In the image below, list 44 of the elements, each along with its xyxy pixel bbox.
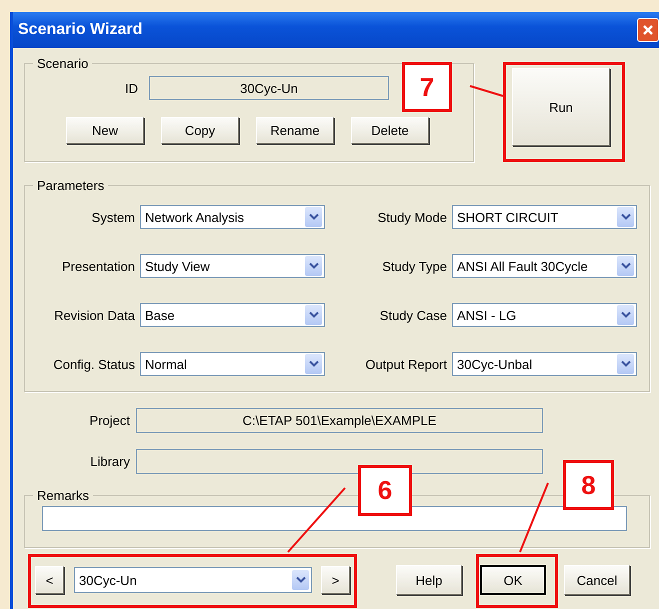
remarks-field[interactable] (42, 506, 627, 531)
scenario-button[interactable]: Delete (351, 117, 429, 144)
field-label: Config. Status (52, 356, 135, 372)
dropdown[interactable]: Base (140, 303, 325, 327)
field-label: Presentation (61, 258, 135, 274)
project-label: Project (88, 413, 130, 428)
scenario-button[interactable]: Copy (161, 117, 239, 144)
dialog-button[interactable]: Help (396, 565, 462, 595)
callout-number: 8 (563, 460, 614, 510)
scenario-dropdown[interactable]: 30Cyc-Un (74, 567, 312, 593)
callout-number: 6 (358, 465, 412, 516)
dropdown[interactable]: ANSI - LG (452, 303, 637, 327)
dialog-button[interactable]: Cancel (564, 565, 630, 595)
scenario-button[interactable]: Rename (256, 117, 334, 144)
project-field: C:\ETAP 501\Example\EXAMPLE (136, 408, 543, 433)
field-label: Study Mode (376, 210, 447, 224)
dropdown[interactable]: SHORT CIRCUIT (452, 205, 637, 229)
group-legend: Parameters (33, 178, 108, 193)
group-legend: Scenario (33, 56, 92, 71)
leader-line (519, 482, 549, 552)
scenario-button[interactable]: New (66, 117, 144, 144)
run-button[interactable]: Run (512, 68, 610, 146)
field-label: Output Report (364, 356, 447, 372)
dropdown[interactable]: Normal (140, 352, 325, 376)
group-legend: Remarks (33, 488, 94, 503)
library-label: Library (89, 454, 130, 469)
dialog-button[interactable]: OK (480, 565, 546, 595)
dropdown[interactable]: ANSI All Fault 30Cycle (452, 254, 637, 278)
field-label: Study Case (378, 308, 447, 322)
dropdown[interactable]: Study View (140, 254, 325, 278)
field-label: Revision Data (53, 308, 135, 322)
window-title: Scenario Wizard (18, 21, 142, 39)
previous-button[interactable]: < (35, 566, 64, 594)
leader-line (470, 85, 504, 97)
leader-line (287, 487, 346, 553)
id-field: 30Cyc-Un (149, 76, 389, 100)
callout-number: 7 (402, 62, 452, 112)
close-icon[interactable] (637, 18, 659, 42)
field-label: System (90, 210, 135, 224)
dropdown[interactable]: Network Analysis (140, 205, 325, 229)
dropdown[interactable]: 30Cyc-Unbal (452, 352, 637, 376)
next-button[interactable]: > (321, 566, 350, 594)
field-label: Study Type (381, 258, 447, 274)
id-label: ID (124, 80, 138, 96)
